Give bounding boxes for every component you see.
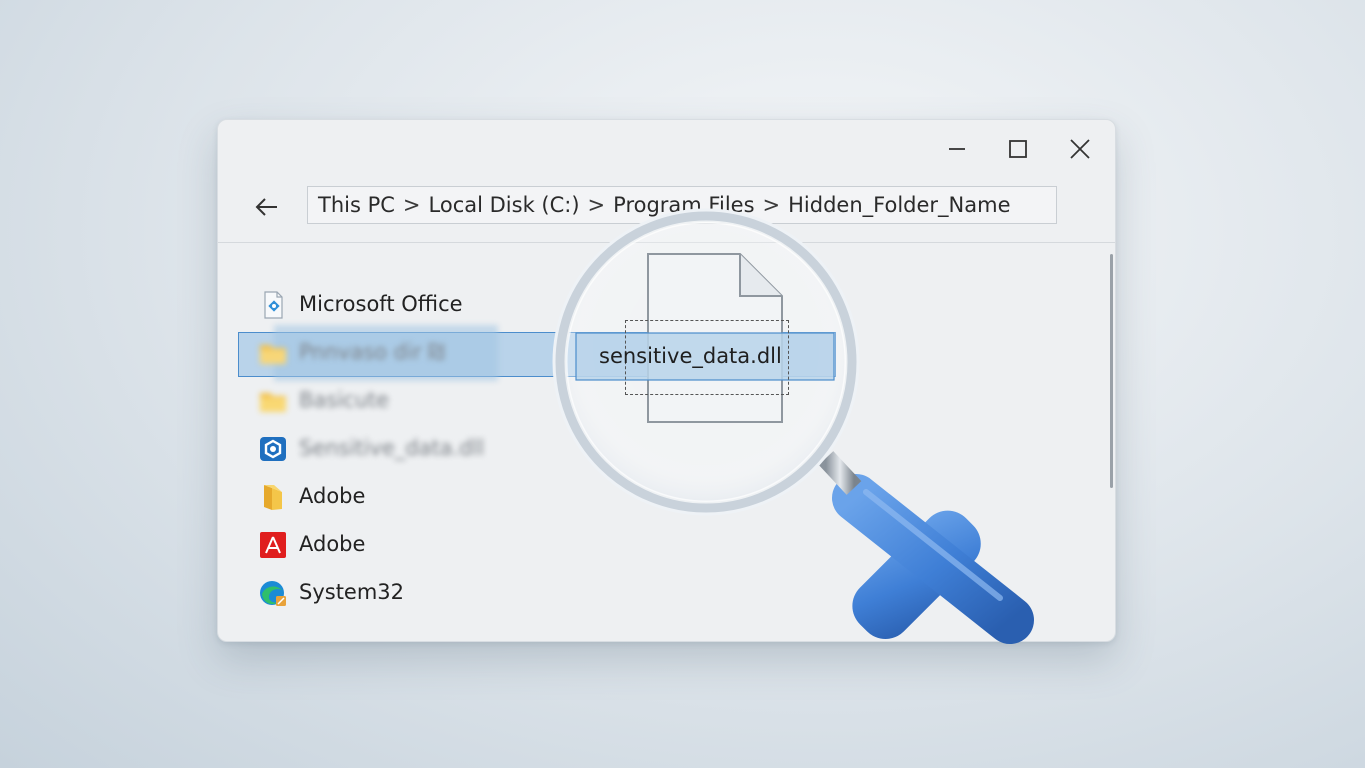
folder-icon — [260, 345, 286, 364]
folder-icon — [260, 393, 286, 412]
breadcrumb-separator: > — [762, 193, 781, 217]
file-row[interactable]: System32 — [254, 570, 814, 614]
breadcrumb-separator: > — [402, 193, 421, 217]
adobe-folder-icon — [264, 485, 282, 510]
file-name: Adobe — [299, 484, 366, 508]
minimize-icon — [949, 148, 965, 150]
breadcrumb-hidden-folder[interactable]: Hidden_Folder_Name — [788, 193, 1010, 217]
vertical-scrollbar[interactable] — [1110, 254, 1113, 488]
arrow-left-icon — [255, 198, 277, 216]
file-row[interactable]: Adobe — [254, 522, 814, 566]
maximize-button[interactable] — [996, 132, 1040, 166]
magnified-file-name: sensitive_data.dll — [599, 344, 782, 368]
file-name: Sensitive_data.dll — [299, 436, 485, 460]
back-button[interactable] — [248, 190, 286, 224]
file-name: Pnnvaso dir ₪ — [299, 340, 445, 364]
minimize-button[interactable] — [935, 132, 979, 166]
header-divider — [218, 242, 1115, 243]
breadcrumb-local-disk[interactable]: Local Disk (C:) — [429, 193, 580, 217]
adobe-acrobat-icon — [260, 532, 286, 558]
file-name: Basicute — [299, 388, 390, 412]
edge-globe-icon — [260, 581, 286, 606]
app-settings-icon — [260, 437, 286, 461]
breadcrumb-this-pc[interactable]: This PC — [318, 193, 395, 217]
breadcrumb-separator: > — [587, 193, 606, 217]
file-name: Microsoft Office — [299, 292, 463, 316]
close-button[interactable] — [1058, 132, 1102, 166]
close-icon — [1070, 139, 1090, 159]
file-name: Adobe — [299, 532, 366, 556]
file-row[interactable]: Sensitive_data.dll — [254, 426, 814, 470]
address-bar[interactable]: This PC > Local Disk (C:) > Program File… — [307, 186, 1057, 224]
file-name: System32 — [299, 580, 405, 604]
office-installer-icon — [264, 291, 283, 319]
maximize-icon — [1009, 140, 1027, 158]
breadcrumb-program-files[interactable]: Program Files — [613, 193, 754, 217]
file-row[interactable]: Adobe — [254, 474, 814, 518]
